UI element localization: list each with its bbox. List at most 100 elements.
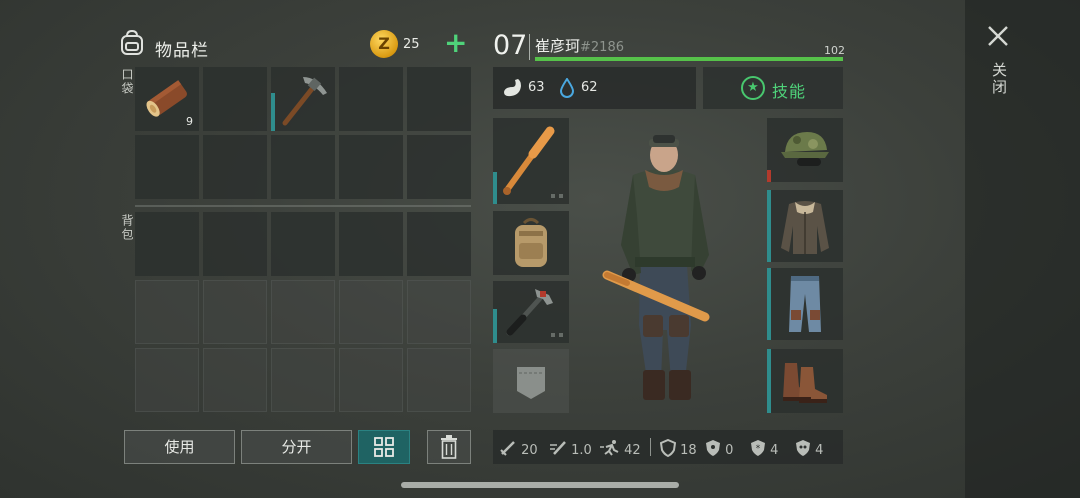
- stat-run-speed: 42: [600, 439, 641, 458]
- legs-slot[interactable]: [767, 268, 843, 340]
- cargo-pants-icon: [789, 276, 821, 332]
- durability-bar: [271, 93, 275, 131]
- pocket-label: 口袋: [120, 68, 134, 96]
- backpack-label: 背包: [120, 214, 134, 242]
- cold-resist-icon: *: [751, 440, 765, 456]
- skills-button[interactable]: ★ 技能: [703, 67, 843, 109]
- backpack-grid: [135, 212, 471, 412]
- damage-value: 20: [521, 443, 538, 458]
- toxic-icon: [796, 440, 810, 456]
- feet-slot[interactable]: [767, 349, 843, 413]
- pocket-slot[interactable]: [407, 67, 471, 131]
- locked-slot: [339, 280, 403, 344]
- pocket-slot[interactable]: [135, 135, 199, 199]
- durability-bar: [767, 268, 771, 340]
- armor-value: 18: [680, 443, 697, 458]
- camo-cap-icon: [781, 132, 829, 166]
- backpack-header-icon: [121, 30, 143, 55]
- pocket-slot[interactable]: [339, 67, 403, 131]
- weapon-slot-primary[interactable]: [493, 118, 569, 204]
- radiation-icon: [706, 440, 720, 456]
- stats-separator: [650, 438, 651, 456]
- pocket-slot[interactable]: [339, 135, 403, 199]
- character-id: #2186: [580, 40, 624, 55]
- locked-slot: [339, 348, 403, 412]
- backpack-slot[interactable]: [407, 212, 471, 276]
- attack-speed-value: 1.0: [571, 443, 592, 458]
- stomach-icon: [504, 79, 521, 97]
- armor-icon: [659, 438, 677, 458]
- plus-icon: +: [444, 26, 468, 59]
- stat-damage: 20: [499, 439, 538, 458]
- grid-view-button[interactable]: [358, 430, 410, 464]
- cold-resist-value: 4: [770, 443, 779, 458]
- run-speed-icon: [600, 440, 619, 456]
- backpack-slot[interactable]: [271, 212, 335, 276]
- section-divider: [135, 205, 471, 207]
- right-panel-strip: [965, 0, 1080, 498]
- hunger-value: 63: [528, 80, 545, 95]
- inventory-title: 物品栏: [155, 41, 209, 61]
- trash-icon: [441, 435, 457, 459]
- pocket-slot[interactable]: [271, 135, 335, 199]
- durability-bar: [767, 349, 771, 413]
- home-indicator[interactable]: [401, 482, 679, 488]
- add-coins-button[interactable]: +: [444, 26, 468, 59]
- use-button[interactable]: 使用: [124, 430, 235, 464]
- weapon-slot-secondary[interactable]: [493, 281, 569, 343]
- coin-icon: Z: [370, 30, 398, 58]
- pocket-icon: [517, 367, 545, 399]
- durability-bar: [767, 170, 771, 182]
- stat-armor: 18: [659, 438, 697, 458]
- head-slot[interactable]: [767, 118, 843, 182]
- stat-attack-speed: 1.0: [549, 439, 592, 458]
- pocket-slot[interactable]: [407, 135, 471, 199]
- durability-bar: [767, 190, 771, 262]
- damage-icon: [500, 441, 515, 456]
- item-quantity: 9: [186, 115, 193, 128]
- pocket-grid: 9: [135, 67, 471, 199]
- pocket-slot[interactable]: [271, 67, 335, 131]
- pocket-slot[interactable]: [203, 135, 267, 199]
- slot-indicator: [551, 194, 563, 198]
- bomber-jacket-icon: [781, 201, 829, 254]
- locked-slot: [203, 348, 267, 412]
- close-label[interactable]: 关闭: [989, 62, 1010, 96]
- locked-slot: [135, 348, 199, 412]
- split-button[interactable]: 分开: [241, 430, 352, 464]
- attack-speed-icon: [550, 441, 566, 455]
- locked-slot: [271, 348, 335, 412]
- close-icon[interactable]: [986, 24, 1010, 48]
- trash-button[interactable]: [427, 430, 471, 464]
- pocket-equip-slot[interactable]: [493, 349, 569, 413]
- pocket-slot[interactable]: 9: [135, 67, 199, 131]
- boots-icon: [783, 363, 827, 403]
- character-level: 07: [493, 30, 528, 61]
- hp-bar: [535, 57, 843, 61]
- backpack-slot-equip[interactable]: [493, 211, 569, 275]
- svg-text:*: *: [756, 444, 761, 454]
- pickaxe-icon: [282, 77, 327, 126]
- thirst-value: 62: [581, 80, 598, 95]
- backpack-slot[interactable]: [339, 212, 403, 276]
- pocket-slot[interactable]: [203, 67, 267, 131]
- backpack-slot[interactable]: [203, 212, 267, 276]
- character-model: [602, 135, 710, 400]
- grid-view-icon: [374, 437, 394, 457]
- locked-slot: [135, 280, 199, 344]
- character-name-line: 崔彦珂#2186: [535, 35, 624, 56]
- locked-slot: [407, 348, 471, 412]
- stat-cold-resist: * 4: [750, 439, 778, 458]
- backpack-icon: [515, 218, 547, 267]
- stat-toxic: 4: [795, 439, 823, 458]
- run-speed-value: 42: [624, 443, 641, 458]
- hp-bar-fill: [535, 57, 843, 61]
- hp-value: 102: [824, 44, 845, 57]
- locked-slot: [407, 280, 471, 344]
- backpack-slot[interactable]: [135, 212, 199, 276]
- body-slot[interactable]: [767, 190, 843, 262]
- header-separator: [529, 34, 530, 60]
- stat-radiation: 0: [705, 439, 733, 458]
- slot-indicator: [551, 333, 563, 337]
- combat-stats-bar: 20 1.0 42 18 0 * 4 4: [493, 430, 843, 464]
